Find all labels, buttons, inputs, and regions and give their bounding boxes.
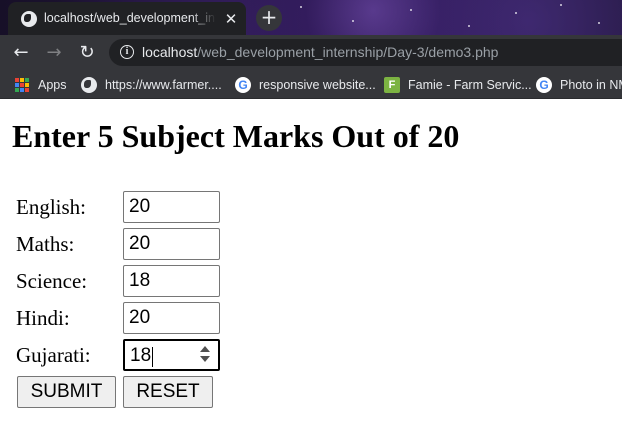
bookmark-label: Famie - Farm Servic... (408, 78, 532, 92)
back-arrow-icon[interactable]: ← (9, 41, 33, 65)
tab-title: localhost/web_development_internship/Day… (44, 11, 216, 25)
google-icon: G (536, 77, 552, 93)
maths-input[interactable]: 20 (123, 228, 220, 260)
background-star (560, 4, 562, 6)
globe-icon (21, 11, 37, 27)
background-star (468, 25, 470, 27)
apps-dot (15, 83, 19, 87)
background-star (410, 9, 412, 11)
famie-icon: F (384, 77, 400, 93)
hindi-label: Hindi: (16, 306, 70, 330)
background-star (352, 20, 354, 22)
submit-button[interactable]: SUBMIT (17, 376, 116, 408)
bookmark-label: Photo in NM (560, 78, 622, 92)
background-star (598, 22, 600, 24)
background-star (515, 12, 517, 14)
apps-dot (15, 78, 19, 82)
reload-icon[interactable]: ↻ (75, 41, 99, 65)
globe-icon (81, 77, 97, 93)
address-bar[interactable]: i localhost/web_development_internship/D… (109, 39, 622, 66)
hindi-input[interactable]: 20 (123, 302, 220, 334)
url-host: localhost (142, 44, 198, 60)
apps-dot (20, 78, 24, 82)
apps-dot (25, 83, 29, 87)
reset-button[interactable]: RESET (123, 376, 213, 408)
spinner-down-icon[interactable] (200, 356, 210, 362)
apps-dot (15, 88, 19, 92)
url-path: /web_development_internship/Day-3/demo3.… (197, 44, 499, 60)
browser-toolbar: ← → ↻ i localhost/web_development_intern… (0, 35, 622, 70)
text-caret (152, 347, 153, 367)
bookmark-label: https://www.farmer.... (105, 78, 222, 92)
background-star (300, 6, 302, 8)
browser-tab[interactable]: localhost/web_development_internship/Day… (8, 2, 246, 35)
english-value: 20 (129, 196, 151, 217)
science-value: 18 (129, 270, 151, 291)
forward-arrow-icon[interactable]: → (42, 41, 66, 65)
bookmark-label: responsive website... (259, 78, 376, 92)
hindi-value: 20 (129, 307, 151, 328)
bookmarks-bar: Apps https://www.farmer.... G responsive… (0, 70, 622, 99)
apps-grid-icon (14, 77, 30, 93)
google-icon: G (235, 77, 251, 93)
spinner-up-icon[interactable] (200, 346, 210, 352)
science-label: Science: (16, 269, 88, 293)
bookmark-label: Apps (38, 78, 67, 92)
gujarati-input[interactable]: 18 (123, 339, 220, 371)
gujarati-label: Gujarati: (16, 343, 91, 367)
english-input[interactable]: 20 (123, 191, 220, 223)
maths-value: 20 (129, 233, 151, 254)
science-input[interactable]: 18 (123, 265, 220, 297)
apps-dot (20, 83, 24, 87)
info-icon[interactable]: i (120, 45, 134, 59)
maths-label: Maths: (16, 232, 75, 256)
close-tab-icon[interactable]: ✕ (222, 10, 240, 28)
apps-dot (25, 78, 29, 82)
apps-dot (25, 88, 29, 92)
new-tab-button[interactable]: + (256, 5, 282, 31)
url-text[interactable]: localhost/web_development_internship/Day… (142, 44, 498, 61)
number-spinner[interactable] (200, 346, 211, 366)
gujarati-value: 18 (130, 345, 152, 366)
page-heading: Enter 5 Subject Marks Out of 20 (12, 118, 460, 154)
apps-dot (20, 88, 24, 92)
tab-strip: localhost/web_development_internship/Day… (0, 0, 622, 35)
english-label: English: (16, 195, 87, 219)
